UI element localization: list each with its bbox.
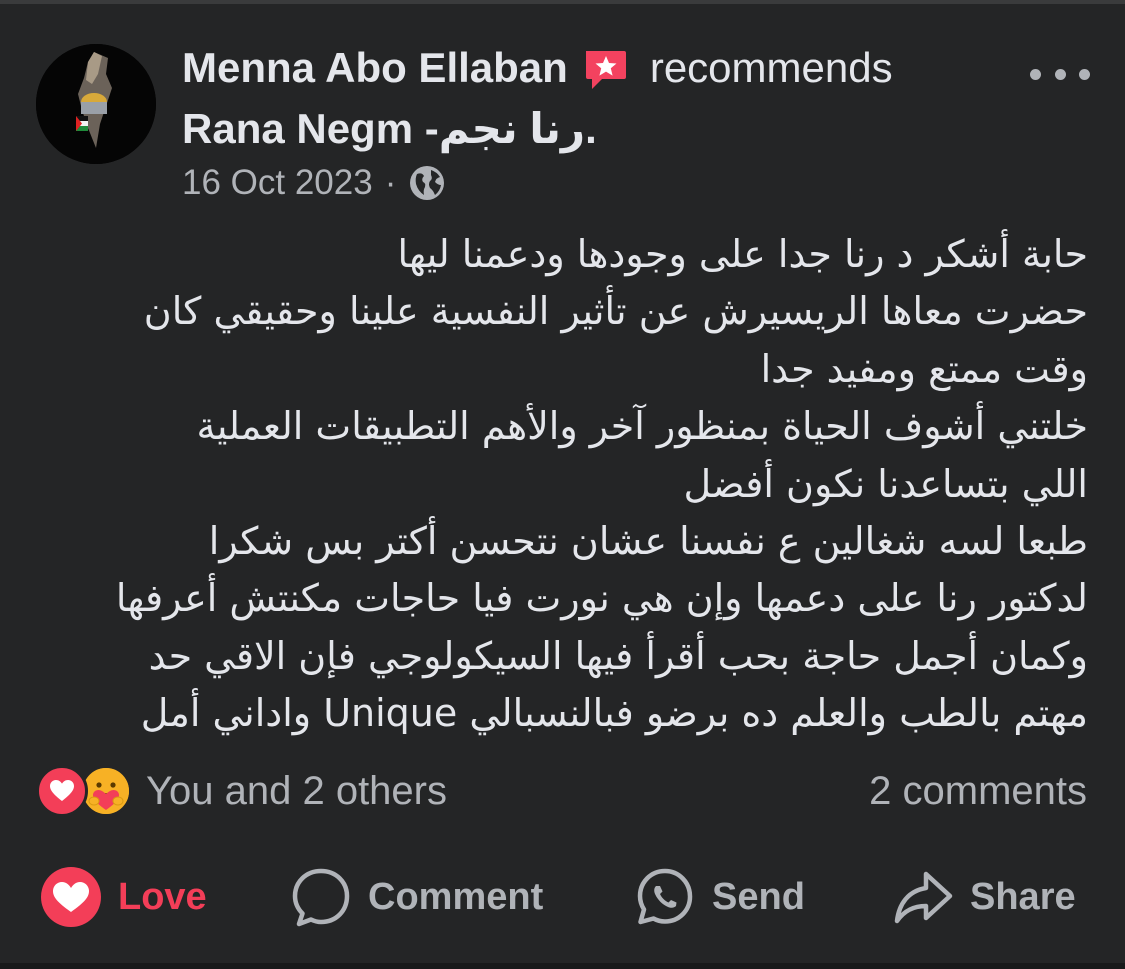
send-button[interactable]: Send <box>634 862 805 932</box>
share-icon <box>892 866 954 928</box>
post-body-line: خلتني أشوف الحياة بمنظور آخر والأهم التط… <box>196 404 1089 449</box>
star-badge-icon <box>582 47 628 93</box>
share-button[interactable]: Share <box>892 862 1076 932</box>
post-body-line: لدكتور رنا على دعمها وإن هي نورت فيا حاج… <box>115 576 1088 621</box>
post-meta: 16 Oct 2023 · <box>182 160 446 206</box>
comment-label: Comment <box>368 875 544 918</box>
post-body-line: وكمان أجمل حاجة بحب أقرأ فيها السيكولوجي… <box>148 633 1088 678</box>
post-body-line: حضرت معاها الريسيرش عن تأثير النفسية علي… <box>143 289 1088 334</box>
comments-count[interactable]: 2 comments <box>869 762 1087 820</box>
love-icon <box>40 866 102 928</box>
post-date[interactable]: 16 Oct 2023 <box>182 163 373 203</box>
post-header: Menna Abo Ellaban recommends <box>182 40 893 96</box>
author-avatar[interactable] <box>36 44 156 164</box>
post-body-line: وقت ممتع ومفيد جدا <box>760 346 1088 391</box>
avatar-image <box>36 44 156 164</box>
post-body-line: مهتم بالطب والعلم ده برضو فبالنسبالي Uni… <box>140 691 1088 736</box>
reaction-count-text[interactable]: You and 2 others <box>146 769 447 814</box>
whatsapp-icon <box>634 866 696 928</box>
author-name[interactable]: Menna Abo Ellaban <box>182 44 568 92</box>
globe-icon <box>408 164 446 202</box>
post-body-line: حابة أشكر د رنا جدا على وجودها ودعمنا لي… <box>397 232 1088 276</box>
recommends-label: recommends <box>649 44 893 91</box>
send-label: Send <box>712 875 805 918</box>
love-reaction-icon <box>36 765 88 817</box>
page-name-row: Rana Negm -رنا نجم. <box>182 100 597 156</box>
meta-separator: · <box>384 163 397 202</box>
page-name[interactable]: Rana Negm -رنا نجم. <box>182 104 597 153</box>
post-card: Menna Abo Ellaban recommends Rana Negm -… <box>0 0 1125 969</box>
action-bar: Love Comment Send Share <box>0 862 1125 932</box>
post-body-line: طبعا لسه شغالين ع نفسنا عشان نتحسن أكتر … <box>208 519 1088 564</box>
love-button[interactable]: Love <box>40 862 207 932</box>
post-body-line: اللي بتساعدنا نكون أفضل <box>683 461 1088 506</box>
love-label: Love <box>118 875 207 918</box>
reactions-summary[interactable]: You and 2 others <box>36 762 447 820</box>
comment-button[interactable]: Comment <box>290 862 543 932</box>
post-body: حابة أشكر د رنا جدا على وجودها ودعمنا لي… <box>40 226 1088 743</box>
more-options-icon[interactable] <box>1030 56 1090 92</box>
share-label: Share <box>970 875 1076 918</box>
comment-icon <box>290 866 352 928</box>
